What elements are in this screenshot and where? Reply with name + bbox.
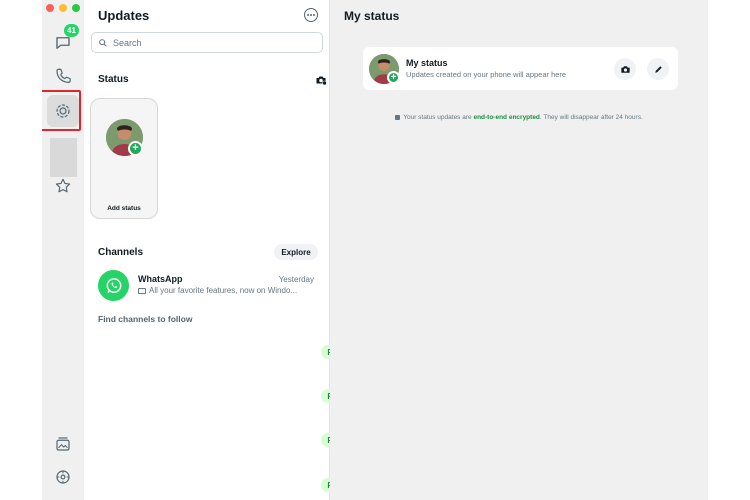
- window-controls: [46, 4, 80, 12]
- screen: 41 Updates Search Status + Add status Ch…: [0, 0, 750, 500]
- my-status-subtitle: Updates created on your phone will appea…: [406, 70, 567, 79]
- camera-status-button[interactable]: [614, 58, 636, 80]
- channel-name: WhatsApp: [138, 274, 183, 284]
- rail-calls-button[interactable]: [47, 60, 79, 92]
- star-icon: [55, 178, 71, 193]
- add-status-plus-icon: +: [387, 71, 400, 84]
- channel-preview: All your favorite features, now on Windo…: [138, 286, 297, 295]
- add-status-plus-icon: +: [128, 141, 143, 156]
- lock-icon: [395, 115, 401, 120]
- search-box[interactable]: [91, 32, 323, 53]
- more-options-button[interactable]: [304, 8, 318, 22]
- nav-rail: 41: [42, 0, 84, 500]
- pencil-icon: [654, 65, 662, 73]
- pane-title: Updates: [98, 8, 150, 23]
- camera-icon: [620, 65, 630, 73]
- add-status-label: Add status: [107, 205, 141, 212]
- explore-button[interactable]: Explore: [274, 244, 318, 260]
- minimize-window-button[interactable]: [59, 4, 67, 12]
- unread-badge: 41: [64, 24, 79, 37]
- add-photo-status-button[interactable]: [311, 70, 331, 90]
- phone-icon: [56, 68, 71, 83]
- maximize-window-button[interactable]: [72, 4, 80, 12]
- channel-row-whatsapp[interactable]: WhatsApp Yesterday All your favorite fea…: [98, 270, 328, 302]
- settings-icon: [56, 470, 70, 484]
- status-section-title: Status: [98, 74, 129, 85]
- my-status-name: My status: [406, 58, 448, 68]
- rail-media-button[interactable]: [47, 428, 79, 460]
- status-detail-pane: My status + My status Updates created on…: [330, 0, 708, 500]
- rail-starred-button[interactable]: [47, 170, 79, 202]
- rail-chats-button[interactable]: 41: [47, 24, 79, 59]
- channel-preview-text: All your favorite features, now on Windo…: [149, 286, 298, 295]
- image-icon: [138, 287, 146, 294]
- rail-settings-button[interactable]: [47, 461, 79, 493]
- media-icon: [56, 437, 70, 451]
- highlight-annotation: [42, 90, 81, 131]
- page-title: My status: [344, 9, 400, 23]
- add-status-card[interactable]: + Add status: [90, 98, 158, 219]
- channel-time: Yesterday: [278, 275, 314, 284]
- screen-margin: [708, 0, 750, 500]
- whatsapp-logo-icon: [98, 270, 129, 301]
- text-status-button[interactable]: [647, 58, 669, 80]
- app-window: 41 Updates Search Status + Add status Ch…: [42, 0, 708, 500]
- find-channels-title: Find channels to follow: [98, 314, 193, 324]
- encryption-note: Your status updates are end-to-end encry…: [330, 114, 708, 121]
- close-window-button[interactable]: [46, 4, 54, 12]
- my-status-card[interactable]: + My status Updates created on your phon…: [363, 47, 678, 90]
- search-icon: [99, 38, 107, 47]
- camera-plus-icon: [316, 76, 327, 86]
- encryption-link[interactable]: end-to-end encrypted: [473, 114, 539, 121]
- channels-section-title: Channels: [98, 247, 144, 258]
- search-input[interactable]: [113, 37, 313, 48]
